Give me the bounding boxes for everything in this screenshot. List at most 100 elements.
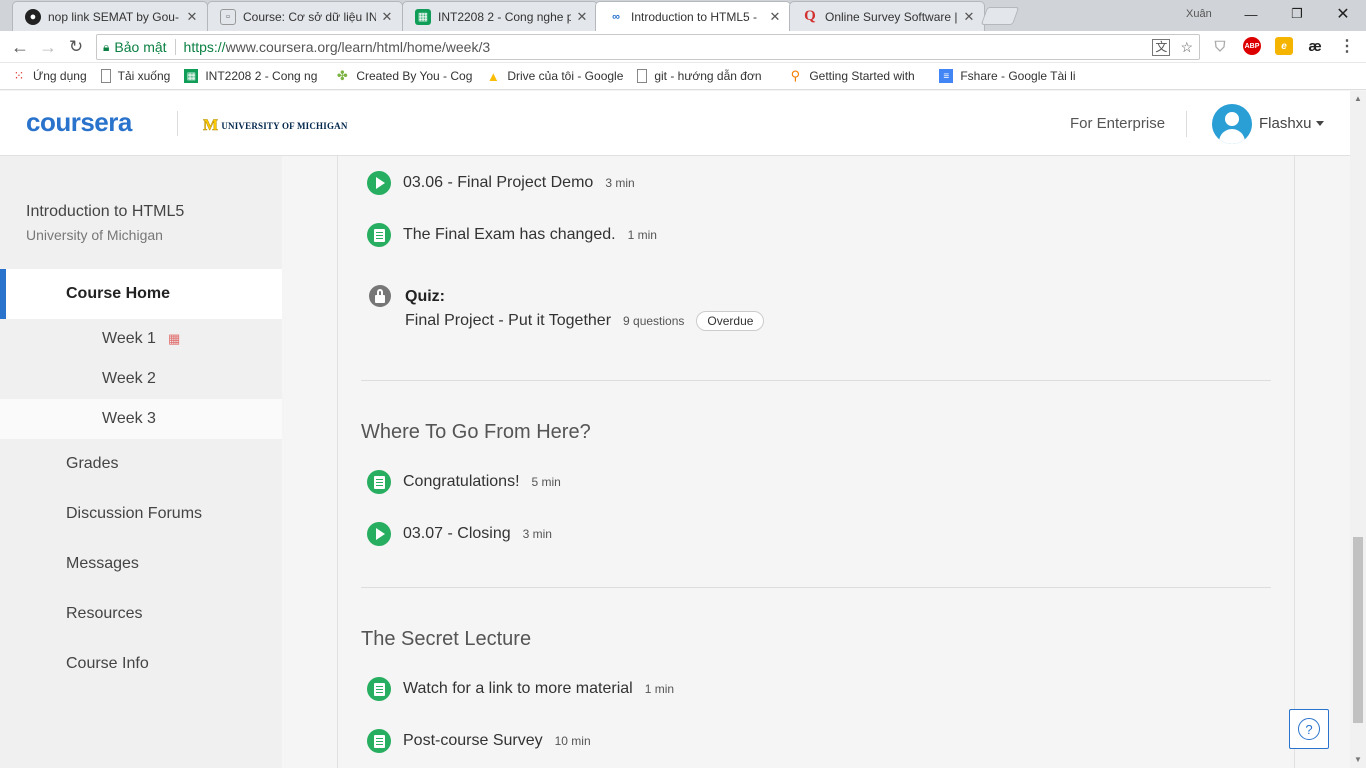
course-university: University of Michigan [26,227,163,243]
partner-logo[interactable]: M UNIVERSITY OF MICHIGAN [203,117,348,135]
sidebar-item-discussion-forums[interactable]: Discussion Forums [66,505,202,523]
sheets-icon: ▦ [184,69,199,83]
quiz-question-count: 9 questions [623,314,685,328]
scroll-up-icon[interactable]: ▲ [1350,91,1366,107]
url-protocol: https:// [183,39,226,55]
scrollbar-thumb[interactable] [1353,537,1363,723]
browser-tab[interactable]: ▦ INT2208 2 - Cong nghe p ✕ [402,1,598,31]
extension-e-icon[interactable]: e [1275,37,1293,55]
shield-icon[interactable]: ⛉ [1211,37,1229,55]
item-title[interactable]: 03.07 - Closing [403,525,511,543]
coursera-icon: ∞ [612,10,620,23]
help-button[interactable]: ? [1289,709,1329,749]
close-tab-icon[interactable]: ✕ [380,9,394,25]
bookmark-item[interactable]: ✤ Created By You - Cog [335,69,472,83]
list-item[interactable]: Post-course Survey 10 min [367,729,591,753]
back-icon[interactable]: ← [8,35,32,59]
course-title[interactable]: Introduction to HTML5 [26,203,184,221]
item-title[interactable]: Watch for a link to more material [403,680,633,698]
item-title[interactable]: The Final Exam has changed. [403,226,616,244]
star-icon[interactable]: ☆ [1180,39,1193,56]
item-duration: 10 min [554,734,591,748]
minimize-icon[interactable]: — [1228,0,1274,28]
reload-icon[interactable]: ↻ [64,35,88,59]
quiz-item[interactable]: Final Project - Put it Together 9 questi… [405,311,765,331]
coursera-logo[interactable]: coursera [26,107,132,138]
list-item[interactable]: Congratulations! 5 min [367,470,561,494]
play-video-icon [367,171,391,195]
sidebar-item-messages[interactable]: Messages [66,555,139,573]
bookmark-item[interactable]: git - hướng dẫn đơn [637,69,774,83]
play-video-icon [367,522,391,546]
item-duration: 3 min [605,176,635,190]
ae-icon[interactable]: æ [1306,37,1324,55]
translate-icon[interactable]: 文 [1152,39,1171,56]
list-item[interactable]: Watch for a link to more material 1 min [367,677,674,701]
address-bar[interactable]: 🔒︎ Bảo mật https:// www.coursera.org/lea… [96,34,1200,60]
divider [1186,111,1187,137]
item-title[interactable]: Post-course Survey [403,732,543,750]
bookmark-item[interactable]: ▲ Drive của tôi - Google [486,69,623,83]
github-icon: ● [25,8,41,25]
sidebar-item-course-info[interactable]: Course Info [66,655,149,673]
avatar[interactable] [1212,104,1252,144]
adblock-icon[interactable]: ABP [1243,37,1261,55]
sidebar-item-week-2[interactable]: Week 2 [0,359,282,399]
bookmark-label: Ứng dụng [33,69,87,83]
bookmark-label: git - hướng dẫn đơn [654,69,762,83]
tab-title: Online Survey Software | [825,9,958,24]
sidebar-item-course-home[interactable]: Course Home [0,269,282,319]
forward-icon[interactable]: → [36,35,60,59]
sidebar-item-grades[interactable]: Grades [66,455,118,473]
browser-tab-active[interactable]: ∞ Introduction to HTML5 - ✕ [595,1,791,31]
reading-icon [367,223,391,247]
apps-grid-icon: ⁙ [13,69,25,83]
bookmark-apps[interactable]: ⁙ Ứng dụng [12,69,87,83]
item-duration: 3 min [522,527,552,541]
close-tab-icon[interactable]: ✕ [575,9,589,25]
for-enterprise-link[interactable]: For Enterprise [1070,115,1165,132]
sheets-icon: ▦ [415,8,431,25]
chevron-down-icon[interactable] [1316,121,1324,126]
quiz-title[interactable]: Final Project - Put it Together [405,312,611,330]
tab-title: Course: Cơ sở dữ liệu INT [243,9,376,24]
browser-tab[interactable]: Q Online Survey Software | ✕ [789,1,985,31]
bookmark-label: Tải xuống [117,69,171,83]
section-divider [361,380,1271,381]
sidebar-item-week-3[interactable]: Week 3 [0,399,282,439]
new-tab-button[interactable] [980,7,1020,25]
course-sidebar: Introduction to HTML5 University of Mich… [0,156,282,768]
username[interactable]: Flashxu [1259,115,1312,132]
scroll-down-icon[interactable]: ▼ [1350,752,1366,768]
list-item[interactable]: The Final Exam has changed. 1 min [367,223,657,247]
list-item[interactable]: 03.07 - Closing 3 min [367,522,552,546]
bookmark-item[interactable]: ▦ INT2208 2 - Cong ng [184,69,321,83]
item-duration: 1 min [627,228,657,242]
window-user[interactable]: Xuân [1186,8,1212,20]
bookmark-item[interactable]: ≡ Fshare - Google Tài li [939,69,1079,83]
url-path: www.coursera.org/learn/html/home/week/3 [225,39,491,55]
browser-tab[interactable]: ● nop link SEMAT by Gou- ✕ [12,1,208,31]
item-duration: 1 min [644,682,675,696]
sidebar-item-resources[interactable]: Resources [66,605,142,623]
help-icon: ? [1298,718,1320,740]
bookmark-item[interactable]: Tải xuống [100,69,171,83]
page-icon [100,69,111,83]
close-tab-icon[interactable]: ✕ [962,9,976,25]
menu-icon[interactable]: ⋮ [1338,37,1356,55]
item-title[interactable]: Congratulations! [403,473,520,491]
section-title: Where To Go From Here? [361,421,591,443]
divider [174,39,176,55]
page-icon [637,69,648,83]
list-item[interactable]: 03.06 - Final Project Demo 3 min [367,171,635,195]
item-title[interactable]: 03.06 - Final Project Demo [403,174,593,192]
browser-tab[interactable]: ▫ Course: Cơ sở dữ liệu INT ✕ [207,1,403,31]
close-tab-icon[interactable]: ✕ [185,9,199,25]
close-window-icon[interactable]: ✕ [1320,0,1366,28]
restore-icon[interactable]: ❐ [1274,0,1320,28]
page-scrollbar[interactable]: ▲ ▼ [1350,91,1366,768]
status-badge: Overdue [696,311,765,331]
bookmark-item[interactable]: ⚲ Getting Started with [788,69,925,83]
sidebar-item-week-1[interactable]: Week 1 ▦ [0,319,282,359]
close-tab-icon[interactable]: ✕ [768,9,782,25]
